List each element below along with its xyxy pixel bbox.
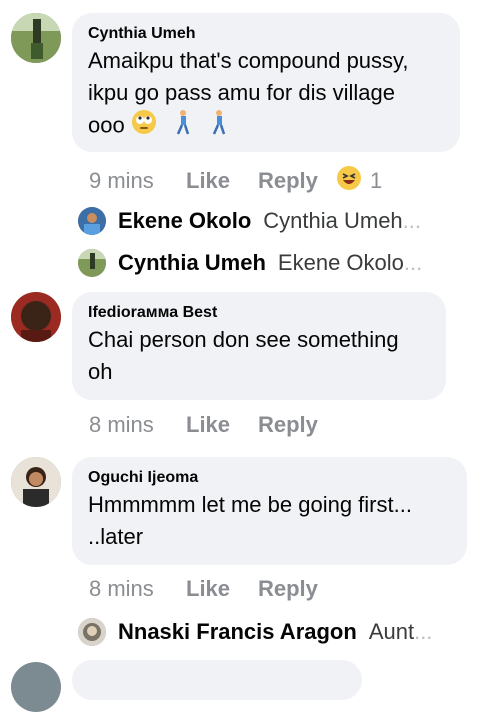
comment-text: ooo (88, 112, 125, 138)
reply-author[interactable]: Cynthia Umeh (118, 250, 266, 276)
comment-bubble (72, 660, 362, 700)
reply-ellipsis: ... (414, 619, 433, 644)
reply-preview-row[interactable]: Nnaski Francis Aragon Aunt ... (78, 618, 432, 646)
reply-ellipsis: ... (403, 250, 423, 275)
comment-time[interactable]: 8 mins (89, 576, 186, 602)
comment-author[interactable]: Cynthia Umeh (88, 23, 444, 45)
reply-ellipsis: ... (402, 208, 422, 233)
comment-actions: 8 mins Like Reply (89, 576, 336, 602)
comment-text-line: Amaikpu that's compound pussy, (88, 48, 409, 73)
comment-actions: 8 mins Like Reply (89, 412, 336, 438)
comment-author[interactable]: Ifediorамма Best (88, 302, 430, 324)
like-button[interactable]: Like (186, 412, 258, 438)
like-button[interactable]: Like (186, 576, 258, 602)
reply-preview-text: Cynthia Umeh (263, 208, 403, 233)
comment-text-line: ooo (88, 109, 444, 144)
avatar (78, 207, 106, 235)
comment-bubble: Cynthia Umeh Amaikpu that's compound pus… (72, 13, 460, 152)
reply-author[interactable]: Ekene Okolo (118, 208, 251, 234)
reply-preview-text: Aunt (368, 619, 415, 644)
comment-time[interactable]: 8 mins (89, 412, 186, 438)
reaction-summary[interactable]: 1 (336, 165, 382, 197)
comment-text-line: Hmmmmm let me be going first... (88, 492, 412, 517)
avatar[interactable] (11, 457, 61, 507)
rolling-eyes-emoji-icon (131, 109, 157, 144)
comment-bubble: Oguchi Ijeoma Hmmmmm let me be going fir… (72, 457, 467, 565)
avatar (78, 618, 106, 646)
reply-button[interactable]: Reply (258, 168, 336, 194)
like-button[interactable]: Like (186, 168, 258, 194)
reply-button[interactable]: Reply (258, 576, 336, 602)
reply-preview-text: Ekene Okolo (277, 250, 404, 275)
avatar (78, 249, 106, 277)
walking-person-emoji-icon (207, 109, 231, 144)
laughing-emoji-icon (336, 165, 362, 197)
reply-preview-row[interactable]: Cynthia Umeh Ekene Okolo ... (78, 249, 422, 277)
comment-text-line: ..later (88, 524, 144, 549)
comment-text-line: ikpu go pass amu for dis village (88, 80, 395, 105)
reply-preview-row[interactable]: Ekene Okolo Cynthia Umeh ... (78, 207, 421, 235)
reply-button[interactable]: Reply (258, 412, 336, 438)
comment-text-line: Chai person don see something (88, 327, 399, 352)
reply-author[interactable]: Nnaski Francis Aragon (118, 619, 357, 645)
comment-author[interactable]: Oguchi Ijeoma (88, 467, 451, 489)
comment-time[interactable]: 9 mins (89, 168, 186, 194)
reaction-count: 1 (370, 168, 383, 193)
comment-actions: 9 mins Like Reply 1 (89, 165, 382, 197)
walking-person-emoji-icon (171, 109, 195, 144)
comment-text-line: oh (88, 359, 113, 384)
avatar[interactable] (11, 662, 61, 712)
comment-bubble: Ifediorамма Best Chai person don see som… (72, 292, 446, 400)
avatar[interactable] (11, 13, 61, 63)
avatar[interactable] (11, 292, 61, 342)
